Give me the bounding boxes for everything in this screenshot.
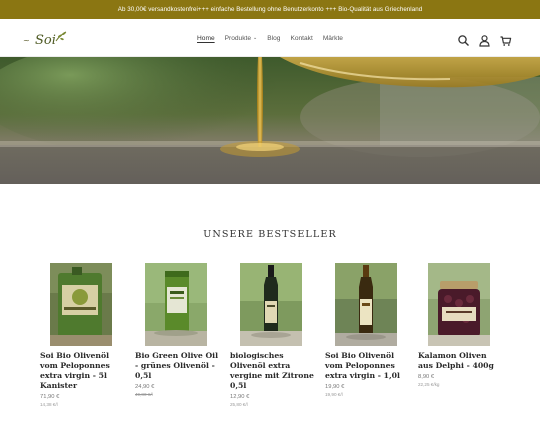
product-price: 24,90 € [135, 384, 155, 390]
product-price: 71,90 € [40, 394, 60, 400]
product-image[interactable] [50, 263, 112, 346]
chevron-down-icon: ⌄ [253, 34, 258, 41]
nav-blog[interactable]: Blog [267, 35, 280, 42]
product-image[interactable] [428, 263, 490, 346]
cart-icon[interactable] [499, 32, 512, 46]
product-price: 12,90 € [230, 394, 250, 400]
product-card[interactable]: biologisches Olivenöl extra vergine mit … [230, 263, 316, 407]
product-image[interactable] [145, 263, 207, 346]
product-unit-price: 22,25 €/kg [418, 382, 440, 387]
nav-kontakt[interactable]: Kontakt [290, 35, 312, 42]
product-title[interactable]: Soi Bio Olivenöl vom Peloponnes extra vi… [325, 351, 411, 381]
nav-maerkte[interactable]: Märkte [323, 35, 343, 42]
nav-produkte-label: Produkte [224, 34, 252, 42]
product-title[interactable]: biologisches Olivenöl extra vergine mit … [230, 351, 316, 391]
account-icon[interactable] [478, 32, 491, 47]
product-unit-price: 25,80 €/l [230, 402, 248, 407]
product-title[interactable]: Kalamon Oliven aus Delphi - 400g [418, 351, 504, 371]
product-image[interactable] [240, 263, 302, 346]
product-title[interactable]: Soi Bio Olivenöl vom Peloponnes extra vi… [40, 351, 126, 391]
announcement-bar: Ab 30,00€ versandkostenfrei+++ einfache … [0, 0, 540, 19]
announcement-text: Ab 30,00€ versandkostenfrei+++ einfache … [117, 6, 423, 13]
section-title: UNSERE BESTSELLER [203, 229, 337, 240]
nav-produkte[interactable]: Produkte ⌄ [225, 35, 258, 42]
nav-home[interactable]: Home [197, 35, 215, 42]
product-unit-price: 19,90 €/l [325, 392, 343, 397]
search-icon[interactable] [457, 32, 470, 46]
product-card[interactable]: Bio Green Olive Oil - grünes Olivenöl - … [135, 263, 221, 397]
product-price: 19,90 € [325, 384, 345, 390]
product-card[interactable]: Soi Bio Olivenöl vom Peloponnes extra vi… [325, 263, 411, 397]
product-card[interactable]: Soi Bio Olivenöl vom Peloponnes extra vi… [40, 263, 126, 407]
product-grid: Soi Bio Olivenöl vom Peloponnes extra vi… [40, 263, 500, 413]
product-price: 8,90 € [418, 374, 435, 380]
site-header: ~ Soi Home Produkte ⌄ Blog Kontakt Märkte [0, 19, 540, 57]
product-image[interactable] [335, 263, 397, 346]
olive-oil-pour-image [0, 57, 540, 184]
header-icons [457, 31, 512, 47]
product-unit-price: 14,38 €/l [40, 402, 58, 407]
product-title[interactable]: Bio Green Olive Oil - grünes Olivenöl - … [135, 351, 221, 381]
product-unit-price: 49,80 €/l [135, 392, 153, 397]
product-card[interactable]: Kalamon Oliven aus Delphi - 400g 8,90 € … [418, 263, 504, 387]
hero-image [0, 57, 540, 184]
